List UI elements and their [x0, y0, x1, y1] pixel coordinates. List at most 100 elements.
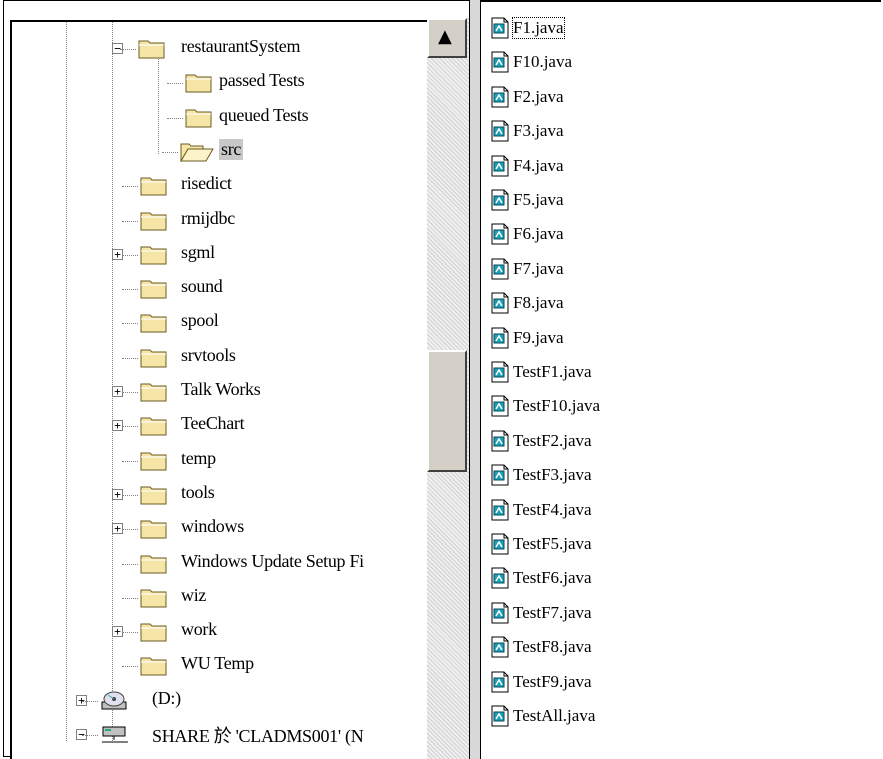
- folder-icon: [140, 311, 167, 333]
- file-list-item[interactable]: TestF4.java: [490, 496, 592, 524]
- tree-connector: [122, 426, 138, 427]
- tree-item-label: temp: [181, 448, 216, 468]
- java-file-icon: [490, 292, 510, 314]
- scroll-up-button[interactable]: ▲: [427, 18, 467, 58]
- tree-vertical-scrollbar[interactable]: ▲: [427, 18, 469, 759]
- file-name: TestF7.java: [513, 603, 592, 622]
- tree-item[interactable]: passed Tests: [0, 67, 427, 97]
- tree-item-label: rmijdbc: [181, 208, 235, 228]
- tree-item[interactable]: WU Temp: [0, 650, 427, 680]
- tree-connector: [122, 392, 138, 393]
- file-list-item[interactable]: TestF5.java: [490, 530, 592, 558]
- tree-item[interactable]: queued Tests: [0, 102, 427, 132]
- tree-item[interactable]: srvtools: [0, 342, 427, 372]
- tree-connector: [122, 529, 138, 530]
- file-list-item[interactable]: F4.java: [490, 152, 564, 180]
- tree-item[interactable]: rmijdbc: [0, 205, 427, 235]
- file-name: F10.java: [513, 52, 573, 71]
- file-name: TestF1.java: [513, 362, 592, 381]
- folder-icon: [140, 380, 167, 402]
- file-name: F2.java: [513, 87, 564, 106]
- tree-item[interactable]: + TeeChart: [0, 410, 427, 440]
- file-list-item[interactable]: TestF1.java: [490, 358, 592, 386]
- file-name: F1.java: [512, 17, 565, 39]
- java-file-icon: [490, 86, 510, 108]
- file-name: TestF8.java: [513, 637, 592, 656]
- java-file-icon: [490, 499, 510, 521]
- file-list-item[interactable]: TestAll.java: [490, 702, 595, 730]
- folder-icon: [185, 71, 212, 93]
- tree-item-label: (D:): [152, 688, 181, 708]
- tree-item-label: wiz: [181, 585, 207, 605]
- tree-item[interactable]: + sgml: [0, 239, 427, 269]
- file-list-item[interactable]: TestF3.java: [490, 461, 592, 489]
- tree-item-label: SHARE 於 'CLADMS001' (N: [152, 726, 364, 746]
- folder-icon: [138, 37, 165, 59]
- java-file-icon: [490, 602, 510, 624]
- tree-item-label: Talk Works: [181, 379, 261, 399]
- folder-icon: [140, 586, 167, 608]
- file-name: TestAll.java: [513, 706, 596, 725]
- java-file-icon: [490, 361, 510, 383]
- file-list-item[interactable]: TestF7.java: [490, 599, 592, 627]
- tree-item-label: restaurantSystem: [181, 36, 301, 56]
- file-list-item[interactable]: F2.java: [490, 83, 564, 111]
- file-list-item[interactable]: F5.java: [490, 186, 564, 214]
- folder-icon: [185, 106, 212, 128]
- file-name: F3.java: [513, 121, 564, 140]
- pane-splitter[interactable]: [469, 0, 481, 759]
- file-list-item[interactable]: TestF6.java: [490, 564, 592, 592]
- tree-item-label: windows: [181, 516, 244, 536]
- tree-connector: [122, 598, 138, 599]
- tree-item[interactable]: + (D:): [0, 685, 427, 715]
- java-file-icon: [490, 17, 510, 39]
- tree-item-label: WU Temp: [181, 653, 254, 673]
- file-list-item[interactable]: F7.java: [490, 255, 564, 283]
- tree-item[interactable]: + Talk Works: [0, 376, 427, 406]
- java-file-icon: [490, 705, 510, 727]
- tree-item-label: work: [181, 619, 217, 639]
- tree-item-label: sgml: [181, 242, 215, 262]
- tree-item[interactable]: Windows Update Setup Fi: [0, 548, 427, 578]
- file-list-item[interactable]: F8.java: [490, 289, 564, 317]
- file-list-item[interactable]: F3.java: [490, 117, 564, 145]
- scroll-thumb[interactable]: [427, 350, 467, 472]
- tree-item[interactable]: risedict: [0, 170, 427, 200]
- tree-item-label: tools: [181, 482, 215, 502]
- tree-item[interactable]: − SHARE 於 'CLADMS001' (N: [0, 719, 427, 749]
- tree-item[interactable]: − restaurantSystem: [0, 33, 427, 63]
- tree-connector: [122, 495, 138, 496]
- tree-item[interactable]: + work: [0, 616, 427, 646]
- tree-connector: [122, 564, 138, 565]
- folder-icon: [140, 243, 167, 265]
- tree-connector: [120, 49, 136, 50]
- tree-item[interactable]: sound: [0, 273, 427, 303]
- folder-icon: [140, 620, 167, 642]
- file-name: TestF4.java: [513, 500, 592, 519]
- file-list-item[interactable]: TestF10.java: [490, 392, 600, 420]
- tree-item-label: Windows Update Setup Fi: [181, 551, 364, 571]
- cd-drive-icon: [100, 689, 127, 710]
- java-file-icon: [490, 567, 510, 589]
- file-list-item[interactable]: TestF2.java: [490, 427, 592, 455]
- tree-connector: [122, 255, 138, 256]
- file-list-item[interactable]: F10.java: [490, 48, 572, 76]
- tree-item[interactable]: src: [0, 136, 427, 166]
- tree-item[interactable]: + windows: [0, 513, 427, 543]
- file-list-item[interactable]: TestF8.java: [490, 633, 592, 661]
- tree-item[interactable]: spool: [0, 307, 427, 337]
- java-file-icon: [490, 51, 510, 73]
- up-arrow-icon: ▲: [438, 26, 452, 47]
- file-list-item[interactable]: TestF9.java: [490, 668, 592, 696]
- tree-connector: [122, 632, 138, 633]
- file-name: TestF6.java: [513, 568, 592, 587]
- file-list-item[interactable]: F6.java: [490, 220, 564, 248]
- tree-item[interactable]: temp: [0, 445, 427, 475]
- file-list-item[interactable]: F1.java: [490, 14, 565, 42]
- file-list-item[interactable]: F9.java: [490, 324, 564, 352]
- java-file-icon: [490, 258, 510, 280]
- tree-item[interactable]: wiz: [0, 582, 427, 612]
- tree-item[interactable]: + tools: [0, 479, 427, 509]
- tree-connector: [122, 186, 138, 187]
- tree-item-label: srvtools: [181, 345, 236, 365]
